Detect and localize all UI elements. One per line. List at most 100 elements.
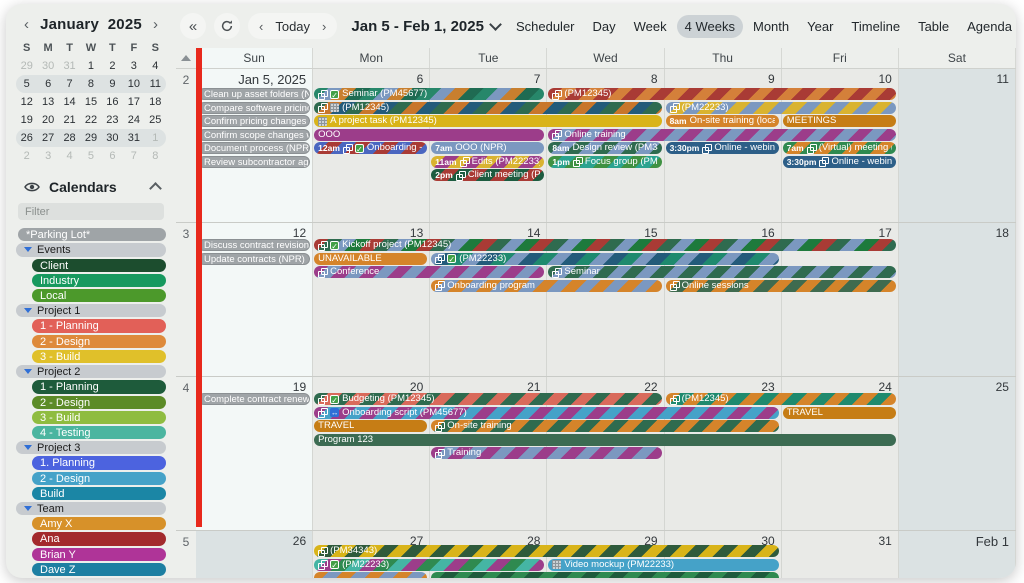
event[interactable]: ✓(PM22233) [314, 559, 544, 571]
calendar-item-team[interactable]: Team [16, 502, 166, 515]
calendar-item-industry[interactable]: Industry [32, 274, 166, 287]
calendar-item-ana[interactable]: Ana [32, 532, 166, 545]
calendar-item-1-planning[interactable]: 1 - Planning [32, 319, 166, 332]
calendar-item-project-3[interactable]: Project 3 [16, 441, 166, 454]
event[interactable]: 12am✓Onboarding - ne [314, 142, 427, 154]
event[interactable]: Video mockup (PM22233) [548, 559, 778, 571]
mini-cal-day[interactable]: 13 [37, 93, 58, 111]
event[interactable]: UNAVAILABLE [314, 253, 427, 265]
mini-cal-day[interactable]: 27 [37, 129, 58, 147]
mini-cal-day[interactable]: 30 [37, 57, 58, 75]
day-cell[interactable]: 26 [196, 531, 313, 578]
event[interactable]: Online training [548, 129, 895, 141]
event[interactable] [431, 572, 778, 578]
event[interactable] [314, 572, 427, 578]
calendar-item-2-design[interactable]: 2 - Design [32, 396, 166, 409]
mini-cal-day[interactable]: 2 [102, 57, 123, 75]
event[interactable]: TRAVEL [783, 407, 896, 419]
mini-cal-day[interactable]: 30 [102, 129, 123, 147]
event[interactable]: (PM12345) [314, 102, 661, 114]
mini-cal-day[interactable]: 4 [145, 57, 166, 75]
mini-cal-day[interactable]: 15 [80, 93, 101, 111]
mini-cal-next-icon[interactable]: › [153, 19, 158, 31]
mini-cal-day[interactable]: 22 [80, 111, 101, 129]
mini-cal-day[interactable]: 31 [123, 129, 144, 147]
mini-cal-day[interactable]: 3 [37, 147, 58, 165]
mini-cal-day[interactable]: 3 [123, 57, 144, 75]
event[interactable]: Seminar [548, 266, 895, 278]
event[interactable]: A project task (PM12345) [314, 115, 661, 127]
day-cell[interactable]: 11 [899, 69, 1016, 222]
calendar-item-client[interactable]: Client [32, 259, 166, 272]
mini-cal-day[interactable]: 29 [80, 129, 101, 147]
event[interactable]: ✓Kickoff project (PM12345) [314, 239, 896, 251]
mini-cal-day[interactable]: 29 [16, 57, 37, 75]
event[interactable]: 7amOOO (NPR) [431, 142, 544, 154]
event[interactable]: ✓(PM22233) [431, 253, 778, 265]
event[interactable]: 1pmFocus group (PM22 [548, 156, 661, 168]
all-day-event[interactable]: Complete contract renewa [198, 393, 310, 405]
mini-cal-day[interactable]: 11 [145, 75, 166, 93]
view-tab-timeline[interactable]: Timeline [843, 15, 908, 38]
event[interactable]: ↔Onboarding script (PM45677) [314, 407, 779, 419]
event[interactable]: 11amEdits (PM22233) [431, 156, 544, 168]
event[interactable]: 8amDesign review (PM343 [548, 142, 661, 154]
prev-period-icon[interactable]: ‹ [259, 19, 263, 34]
mini-cal-day[interactable]: 25 [145, 111, 166, 129]
event[interactable]: 8amOn-site training (local) [666, 115, 779, 127]
all-day-event[interactable]: Compare software pricing ( [198, 102, 310, 114]
day-cell[interactable]: Feb 1 [899, 531, 1016, 578]
calendar-item-dave-z[interactable]: Dave Z [32, 563, 166, 576]
all-day-event[interactable]: Confirm pricing changes (N [198, 115, 310, 127]
eye-icon[interactable] [24, 181, 40, 193]
mini-cal-day[interactable]: 23 [102, 111, 123, 129]
day-cell[interactable]: 31 [782, 531, 899, 578]
event[interactable]: (PM34343) [314, 545, 779, 557]
event[interactable]: ✓Budgeting (PM12345) [314, 393, 661, 405]
calendar-item-project-1[interactable]: Project 1 [16, 304, 166, 317]
mini-cal-day[interactable]: 26 [16, 129, 37, 147]
mini-cal-day[interactable]: 6 [102, 147, 123, 165]
event[interactable]: Conference [314, 266, 544, 278]
mini-cal-day[interactable]: 17 [123, 93, 144, 111]
mini-cal-prev-icon[interactable]: ‹ [24, 19, 29, 31]
mini-cal-day[interactable]: 8 [145, 147, 166, 165]
refresh-button[interactable] [214, 13, 240, 39]
mini-cal-day[interactable]: 1 [80, 57, 101, 75]
event[interactable]: (PM12345) [548, 88, 895, 100]
calendar-item--parking-lot-[interactable]: *Parking Lot* [18, 228, 166, 241]
view-tab-month[interactable]: Month [745, 15, 797, 38]
event[interactable]: Training [431, 447, 661, 459]
today-button[interactable]: Today [275, 19, 310, 34]
calendar-item-amy-x[interactable]: Amy X [32, 517, 166, 530]
calendar-item-2-design[interactable]: 2 - Design [32, 472, 166, 485]
mini-cal-day[interactable]: 10 [123, 75, 144, 93]
mini-cal-day[interactable]: 31 [59, 57, 80, 75]
event[interactable]: 7am(Virtual) meeting (P [783, 142, 896, 154]
view-tab-4-weeks[interactable]: 4 Weeks [677, 15, 743, 38]
mini-cal-day[interactable]: 12 [16, 93, 37, 111]
mini-cal-day[interactable]: 21 [59, 111, 80, 129]
mini-cal-day[interactable]: 7 [59, 75, 80, 93]
event[interactable]: (PM22233) [666, 102, 896, 114]
event[interactable]: Online sessions [666, 280, 896, 292]
mini-cal-day[interactable]: 4 [59, 147, 80, 165]
event[interactable]: 3:30pmOnline - webinar [783, 156, 896, 168]
calendar-item-4-testing[interactable]: 4 - Testing [32, 426, 166, 439]
mini-cal-day[interactable]: 7 [123, 147, 144, 165]
event[interactable]: ✓Seminar (PM45677) [314, 88, 544, 100]
event[interactable]: 3:30pmOnline - webinar [666, 142, 779, 154]
mini-cal-day[interactable]: 5 [80, 147, 101, 165]
all-day-event[interactable]: Confirm scope changes wit [198, 129, 310, 141]
calendar-item-1-planning[interactable]: 1 - Planning [32, 380, 166, 393]
scroll-up-icon[interactable] [181, 55, 191, 61]
mini-cal-day[interactable]: 8 [80, 75, 101, 93]
view-tab-scheduler[interactable]: Scheduler [508, 15, 583, 38]
mini-cal-day[interactable]: 24 [123, 111, 144, 129]
collapse-sidebar-button[interactable]: « [180, 13, 206, 39]
calendar-filter-input[interactable] [18, 203, 164, 220]
mini-cal-day[interactable]: 20 [37, 111, 58, 129]
day-cell[interactable]: 18 [899, 223, 1016, 376]
event[interactable]: OOO [314, 129, 544, 141]
calendar-item-brian-y[interactable]: Brian Y [32, 548, 166, 561]
